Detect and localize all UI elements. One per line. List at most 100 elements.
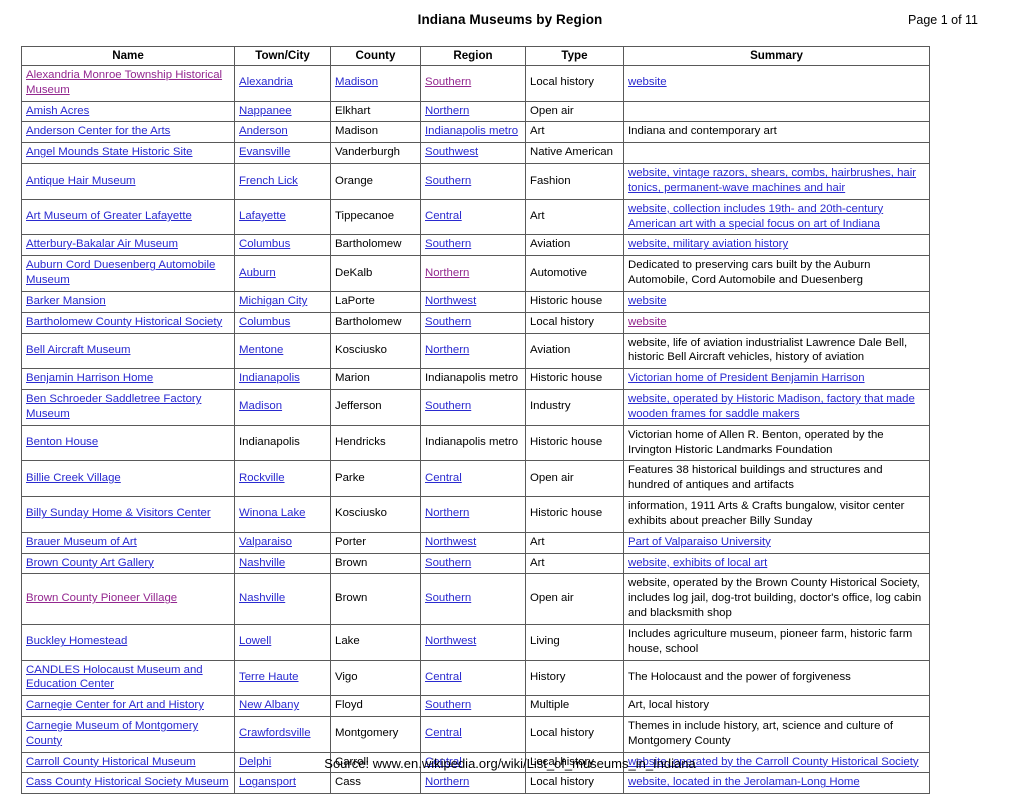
cell-region[interactable]: Southern [420,65,526,102]
cell-region-link[interactable]: Central [425,472,462,484]
cell-name-link[interactable]: Barker Mansion [26,295,106,307]
cell-name[interactable]: CANDLES Holocaust Museum and Education C… [21,659,235,697]
cell-name-link[interactable]: CANDLES Holocaust Museum and Education C… [26,664,203,691]
cell-summary[interactable]: website [623,65,930,102]
cell-region-link[interactable]: Southern [425,557,471,569]
cell-region-link[interactable]: Northern [425,344,469,356]
cell-region[interactable]: Southern [420,695,526,717]
cell-region[interactable]: Central [420,198,526,236]
cell-town-link[interactable]: Mentone [239,344,283,356]
cell-region[interactable]: Northwest [420,531,526,554]
cell-town[interactable]: French Lick [234,163,331,200]
cell-name[interactable]: Atterbury-Bakalar Air Museum [21,234,235,257]
cell-town-link[interactable]: Columbus [239,316,290,328]
cell-town-link[interactable]: Rockville [239,472,285,484]
cell-region[interactable]: Northern [420,772,526,794]
cell-region-link[interactable]: Central [425,210,462,222]
cell-region[interactable]: Central [420,460,526,498]
cell-town-link[interactable]: Nappanee [239,105,292,117]
cell-summary[interactable]: website, exhibits of local art [623,552,930,575]
cell-town-link[interactable]: Columbus [239,238,290,250]
cell-name-link[interactable]: Carnegie Center for Art and History [26,699,204,711]
cell-name-link[interactable]: Antique Hair Museum [26,175,136,187]
cell-name[interactable]: Carnegie Museum of Montgomery County [21,715,235,753]
cell-name-link[interactable]: Angel Mounds State Historic Site [26,146,193,158]
cell-summary-link[interactable]: website [628,76,667,88]
cell-town-link[interactable]: Logansport [239,776,296,788]
cell-region-link[interactable]: Northwest [425,295,476,307]
cell-region[interactable]: Indianapolis metro [420,121,526,144]
cell-name[interactable]: Angel Mounds State Historic Site [21,142,235,165]
cell-name[interactable]: Cass County Historical Society Museum [21,772,235,794]
cell-town-link[interactable]: French Lick [239,175,298,187]
cell-name-link[interactable]: Amish Acres [26,105,89,117]
cell-region[interactable]: Central [420,715,526,753]
cell-town-link[interactable]: Nashville [239,592,285,604]
cell-region-link[interactable]: Southern [425,592,471,604]
cell-town[interactable]: Mentone [234,332,331,370]
cell-name[interactable]: Brown County Art Gallery [21,552,235,575]
cell-summary[interactable]: Part of Valparaiso University [623,531,930,554]
cell-region-link[interactable]: Northern [425,105,469,117]
cell-summary-link[interactable]: website [628,295,667,307]
cell-region[interactable]: Central [420,659,526,697]
cell-name[interactable]: Brauer Museum of Art [21,531,235,554]
cell-summary[interactable]: website, military aviation history [623,234,930,257]
cell-region-link[interactable]: Southern [425,316,471,328]
cell-name[interactable]: Antique Hair Museum [21,163,235,200]
cell-name[interactable]: Carnegie Center for Art and History [21,695,235,717]
cell-summary-link[interactable]: Victorian home of President Benjamin Har… [628,372,865,384]
cell-town-link[interactable]: Michigan City [239,295,307,307]
cell-region[interactable]: Northern [420,100,526,123]
cell-town[interactable]: Auburn [234,255,331,292]
cell-town[interactable]: Valparaiso [234,531,331,554]
cell-town-link[interactable]: Lafayette [239,210,286,222]
cell-region-link[interactable]: Southern [425,76,471,88]
cell-region-link[interactable]: Central [425,671,462,683]
cell-name[interactable]: Auburn Cord Duesenberg Automobile Museum [21,255,235,292]
cell-town[interactable]: Rockville [234,460,331,498]
cell-region-link[interactable]: Northwest [425,635,476,647]
cell-region[interactable]: Southern [420,311,526,334]
cell-town[interactable]: Madison [234,389,331,426]
cell-summary-link[interactable]: website, operated by Historic Madison, f… [628,393,915,420]
cell-name-link[interactable]: Cass County Historical Society Museum [26,776,229,788]
cell-name-link[interactable]: Benton House [26,436,98,448]
cell-town[interactable]: Lafayette [234,198,331,236]
cell-town[interactable]: Nashville [234,573,331,625]
cell-name-link[interactable]: Brown County Pioneer Village [26,592,177,604]
cell-town[interactable]: New Albany [234,695,331,717]
cell-town-link[interactable]: Anderson [239,125,288,137]
cell-region-link[interactable]: Northwest [425,536,476,548]
cell-summary-link[interactable]: website, vintage razors, shears, combs, … [628,167,916,194]
cell-town-link[interactable]: Evansville [239,146,290,158]
cell-region-link[interactable]: Central [425,727,462,739]
cell-name[interactable]: Anderson Center for the Arts [21,121,235,144]
cell-name[interactable]: Billy Sunday Home & Visitors Center [21,496,235,533]
cell-name-link[interactable]: Brauer Museum of Art [26,536,137,548]
cell-name[interactable]: Billie Creek Village [21,460,235,498]
cell-town[interactable]: Nashville [234,552,331,575]
cell-region[interactable]: Northern [420,255,526,292]
cell-name-link[interactable]: Benjamin Harrison Home [26,372,153,384]
cell-region-link[interactable]: Northern [425,507,469,519]
cell-region-link[interactable]: Indianapolis metro [425,125,518,137]
cell-name-link[interactable]: Ben Schroeder Saddletree Factory Museum [26,393,201,420]
cell-town[interactable]: Columbus [234,234,331,257]
cell-region-link[interactable]: Southern [425,175,471,187]
cell-name-link[interactable]: Bell Aircraft Museum [26,344,130,356]
cell-name-link[interactable]: Anderson Center for the Arts [26,125,170,137]
cell-name-link[interactable]: Brown County Art Gallery [26,557,154,569]
cell-name-link[interactable]: Bartholomew County Historical Society [26,316,222,328]
cell-name[interactable]: Alexandria Monroe Township Historical Mu… [21,65,235,102]
cell-region[interactable]: Northwest [420,290,526,313]
cell-name[interactable]: Brown County Pioneer Village [21,573,235,625]
cell-town[interactable]: Michigan City [234,290,331,313]
cell-town-link[interactable]: Madison [239,400,282,412]
cell-summary-link[interactable]: website, located in the Jerolaman-Long H… [628,776,860,788]
cell-name-link[interactable]: Art Museum of Greater Lafayette [26,210,192,222]
cell-region[interactable]: Northern [420,496,526,533]
cell-summary[interactable]: website, vintage razors, shears, combs, … [623,163,930,200]
cell-town[interactable]: Indianapolis [234,368,331,391]
cell-town-link[interactable]: Valparaiso [239,536,292,548]
